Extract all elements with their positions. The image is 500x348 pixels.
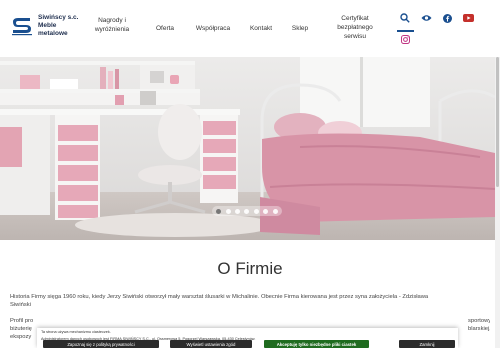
close-cookie-button[interactable]: Zamknij xyxy=(399,340,455,348)
about-line2: Siwiński xyxy=(10,302,31,308)
accessibility-button[interactable] xyxy=(418,10,434,26)
slider-dot[interactable] xyxy=(253,208,259,214)
company-name-line1: Siwińscy s.c. xyxy=(38,14,79,21)
about-line3-right: sportowy, xyxy=(468,318,490,324)
scrollbar-thumb[interactable] xyxy=(496,57,499,187)
slider-dots xyxy=(212,206,282,216)
consent-settings-button[interactable]: Wyświetl ustawienia zgód xyxy=(170,340,252,348)
nav-offer[interactable]: Oferta xyxy=(150,24,180,33)
youtube-icon xyxy=(462,14,474,22)
instagram-link[interactable] xyxy=(397,31,413,47)
privacy-policy-button[interactable]: Zapoznaj się z polityką prywatności xyxy=(43,340,159,348)
company-name-line3: metalowe xyxy=(38,30,68,37)
nav-service-certificate[interactable]: Certyfikat bezpłatnego serwisu xyxy=(330,14,380,41)
nav-offer-label: Oferta xyxy=(155,25,175,32)
nav-cert-line2: bezpłatnego xyxy=(337,24,373,31)
facebook-icon xyxy=(442,13,452,23)
search-button[interactable] xyxy=(397,10,413,26)
slider-dot[interactable] xyxy=(225,208,231,214)
facebook-link[interactable] xyxy=(439,10,455,26)
about-line3-left: Profil pro xyxy=(10,318,34,324)
nav-cert-line1: Certyfikat xyxy=(341,15,369,22)
about-line1: Historia Firmy sięga 1960 roku, kiedy Je… xyxy=(10,294,429,300)
slider-dot[interactable] xyxy=(244,208,250,214)
about-line4-right: blarskiej, xyxy=(468,326,490,332)
nav-awards-line2: wyróżnienia xyxy=(94,26,130,33)
slider-dot[interactable] xyxy=(216,208,222,214)
site-header: Siwińscy s.c. Meble metalowe Nagrody i w… xyxy=(0,0,500,57)
nav-cert-line3: serwisu xyxy=(343,33,367,40)
eye-icon xyxy=(421,15,431,21)
slider-dot[interactable] xyxy=(272,208,278,214)
nav-cooperation-label: Współpraca xyxy=(195,25,231,32)
accept-necessary-button[interactable]: Akceptuję tylko niezbędne pliki ciastek xyxy=(264,340,369,348)
nav-shop[interactable]: Sklep xyxy=(287,24,313,33)
search-icon xyxy=(400,13,410,23)
nav-contact-label: Kontakt xyxy=(249,25,273,32)
nav-contact[interactable]: Kontakt xyxy=(246,24,276,33)
slider-dot[interactable] xyxy=(235,208,241,214)
nav-cooperation[interactable]: Współpraca xyxy=(191,24,235,33)
nav-awards-line1: Nagrody i xyxy=(98,17,126,24)
nav-shop-label: Sklep xyxy=(291,25,309,32)
youtube-link[interactable] xyxy=(460,10,476,26)
nav-awards[interactable]: Nagrody i wyróżnienia xyxy=(90,16,134,34)
about-line4-left: biżuterię xyxy=(10,326,32,332)
cookie-notice-line1: Ta strona używa mechanizmu ciasteczek. xyxy=(41,330,111,334)
instagram-icon xyxy=(400,34,410,44)
slider-dot[interactable] xyxy=(263,208,269,214)
company-name-line2: Meble xyxy=(38,22,57,29)
logo-icon[interactable] xyxy=(10,16,34,36)
company-name[interactable]: Siwińscy s.c. Meble metalowe xyxy=(38,14,78,38)
about-title: O Firmie xyxy=(217,259,283,278)
